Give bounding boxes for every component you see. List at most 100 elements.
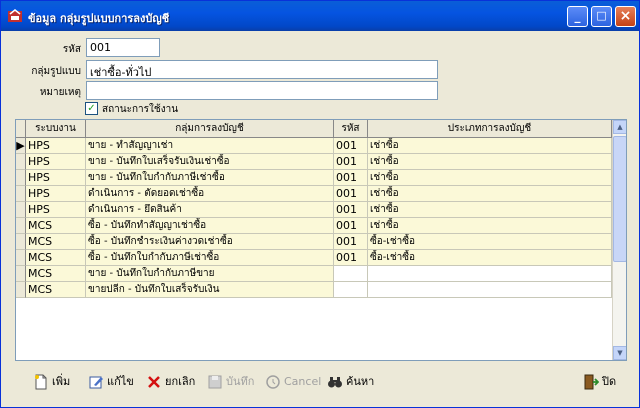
row-indicator	[16, 282, 26, 298]
close-window-button[interactable]: ×	[615, 6, 636, 27]
add-button[interactable]: เพิ่ม	[33, 372, 70, 392]
search-button[interactable]: ค้นหา	[327, 372, 374, 392]
row-indicator	[16, 250, 26, 266]
maximize-button[interactable]: □	[591, 6, 612, 27]
header-group[interactable]: กลุ่มการลงบัญชี	[86, 120, 334, 138]
table-row[interactable]: HPS ขาย - บันทึกใบเสร็จรับเงินเช่าซื้อ 001…	[16, 154, 612, 170]
cell-group[interactable]: ซื้อ - บันทึกชำระเงินค่างวดเช่าซื้อ	[86, 234, 334, 250]
cell-code[interactable]: 001	[334, 154, 368, 170]
cell-system[interactable]: HPS	[26, 186, 86, 202]
scroll-down-icon[interactable]: ▼	[613, 346, 626, 360]
cell-type[interactable]	[368, 266, 612, 282]
save-button[interactable]: บันทึก	[207, 372, 254, 392]
cell-system[interactable]: MCS	[26, 218, 86, 234]
cell-type[interactable]: เช่าซื้อ	[368, 186, 612, 202]
cell-code[interactable]: 001	[334, 250, 368, 266]
cell-system[interactable]: HPS	[26, 154, 86, 170]
note-input[interactable]	[86, 81, 438, 100]
cell-type[interactable]: ซื้อ-เช่าซื้อ	[368, 250, 612, 266]
cell-system[interactable]: HPS	[26, 138, 86, 154]
cell-group[interactable]: ดำเนินการ - ยึดสินค้า	[86, 202, 334, 218]
cell-group[interactable]: ขายปลีก - บันทึกใบเสร็จรับเงิน	[86, 282, 334, 298]
cell-system[interactable]: HPS	[26, 170, 86, 186]
table-row[interactable]: HPS ดำเนินการ - ยึดสินค้า 001 เช่าซื้อ	[16, 202, 612, 218]
cell-system[interactable]: HPS	[26, 202, 86, 218]
binoculars-icon	[328, 377, 342, 388]
cell-type[interactable]: เช่าซื้อ	[368, 202, 612, 218]
cell-type[interactable]: ซื้อ-เช่าซื้อ	[368, 234, 612, 250]
table-row[interactable]: HPS ดำเนินการ - ตัดยอดเช่าซื้อ 001 เช่าซื้อ	[16, 186, 612, 202]
code-input[interactable]: 001	[86, 38, 160, 57]
table-row[interactable]: MCS ขาย - บันทึกใบกำกับภาษีขาย	[16, 266, 612, 282]
delete-button[interactable]: ยกเลิก	[146, 372, 195, 392]
cell-system[interactable]: MCS	[26, 234, 86, 250]
cell-code[interactable]: 001	[334, 186, 368, 202]
exit-door-icon	[584, 374, 599, 390]
cell-code[interactable]: 001	[334, 234, 368, 250]
delete-label: ยกเลิก	[165, 375, 196, 388]
cell-group[interactable]: ขาย - ทำสัญญาเช่า	[86, 138, 334, 154]
row-indicator	[16, 218, 26, 234]
cell-code[interactable]	[334, 266, 368, 282]
group-label: กลุ่มรูปแบบ	[31, 66, 81, 77]
edit-label: แก้ไข	[107, 375, 134, 388]
header-system[interactable]: ระบบงาน	[26, 120, 86, 138]
row-indicator	[16, 170, 26, 186]
cell-type[interactable]: เช่าซื้อ	[368, 154, 612, 170]
cell-type[interactable]	[368, 282, 612, 298]
vertical-scrollbar[interactable]: ▲ ▼	[612, 120, 626, 360]
add-label: เพิ่ม	[52, 375, 71, 388]
header-indicator	[16, 120, 26, 138]
window-title: ข้อมูล กลุ่มรูปแบบการลงบัญชี	[28, 12, 170, 25]
table-row[interactable]: ▶ HPS ขาย - ทำสัญญาเช่า 001 เช่าซื้อ	[16, 138, 612, 154]
group-input[interactable]: เช่าซื้อ-ทั่วไป	[86, 60, 438, 79]
exit-button[interactable]: ปิด	[583, 372, 616, 392]
cell-type[interactable]: เช่าซื้อ	[368, 218, 612, 234]
table-row[interactable]: HPS ขาย - บันทึกใบกำกับภาษีเช่าซื้อ 001 เช่…	[16, 170, 612, 186]
row-indicator	[16, 234, 26, 250]
exit-label: ปิด	[602, 375, 617, 388]
cell-code[interactable]: 001	[334, 218, 368, 234]
cell-group[interactable]: ขาย - บันทึกใบกำกับภาษีเช่าซื้อ	[86, 170, 334, 186]
status-label: สถานะการใช้งาน	[102, 104, 179, 115]
minimize-button[interactable]: _	[567, 6, 588, 27]
row-indicator: ▶	[16, 138, 26, 154]
cell-group[interactable]: ซื้อ - บันทึกทำสัญญาเช่าซื้อ	[86, 218, 334, 234]
app-icon	[8, 9, 22, 22]
edit-button[interactable]: แก้ไข	[88, 372, 134, 392]
cell-code[interactable]: 001	[334, 202, 368, 218]
scroll-up-icon[interactable]: ▲	[613, 120, 626, 134]
grid-header: ระบบงาน กลุ่มการลงบัญชี รหัส ประเภทการลง…	[16, 120, 612, 138]
header-type[interactable]: ประเภทการลงบัญชี	[368, 120, 612, 138]
cell-code[interactable]: 001	[334, 138, 368, 154]
row-indicator	[16, 186, 26, 202]
table-row[interactable]: MCS ซื้อ - บันทึกใบกำกับภาษีเช่าซื้อ 001 ซื…	[16, 250, 612, 266]
table-row[interactable]: MCS ขายปลีก - บันทึกใบเสร็จรับเงิน	[16, 282, 612, 298]
note-label: หมายเหตุ	[39, 87, 81, 98]
cell-group[interactable]: ขาย - บันทึกใบกำกับภาษีขาย	[86, 266, 334, 282]
table-row[interactable]: MCS ซื้อ - บันทึกทำสัญญาเช่าซื้อ 001 เช่าซื…	[16, 218, 612, 234]
search-label: ค้นหา	[346, 375, 375, 388]
cell-group[interactable]: ขาย - บันทึกใบเสร็จรับเงินเช่าซื้อ	[86, 154, 334, 170]
cell-group[interactable]: ดำเนินการ - ตัดยอดเช่าซื้อ	[86, 186, 334, 202]
scroll-thumb[interactable]	[613, 136, 626, 262]
cell-code[interactable]	[334, 282, 368, 298]
edit-icon	[89, 376, 103, 389]
cell-system[interactable]: MCS	[26, 282, 86, 298]
save-label: บันทึก	[226, 375, 255, 388]
status-checkbox[interactable]: ✓	[85, 102, 98, 115]
cell-system[interactable]: MCS	[26, 250, 86, 266]
cell-group[interactable]: ซื้อ - บันทึกใบกำกับภาษีเช่าซื้อ	[86, 250, 334, 266]
cancel-button[interactable]: Cancel	[265, 372, 321, 392]
save-icon	[208, 375, 222, 389]
new-document-icon	[35, 374, 47, 390]
header-code[interactable]: รหัส	[334, 120, 368, 138]
cell-type[interactable]: เช่าซื้อ	[368, 138, 612, 154]
cell-type[interactable]: เช่าซื้อ	[368, 170, 612, 186]
row-indicator	[16, 266, 26, 282]
table-row[interactable]: MCS ซื้อ - บันทึกชำระเงินค่างวดเช่าซื้อ 00…	[16, 234, 612, 250]
row-indicator	[16, 154, 26, 170]
cell-system[interactable]: MCS	[26, 266, 86, 282]
title-bar[interactable]: ข้อมูล กลุ่มรูปแบบการลงบัญชี _ □ ×	[1, 1, 639, 31]
cell-code[interactable]: 001	[334, 170, 368, 186]
